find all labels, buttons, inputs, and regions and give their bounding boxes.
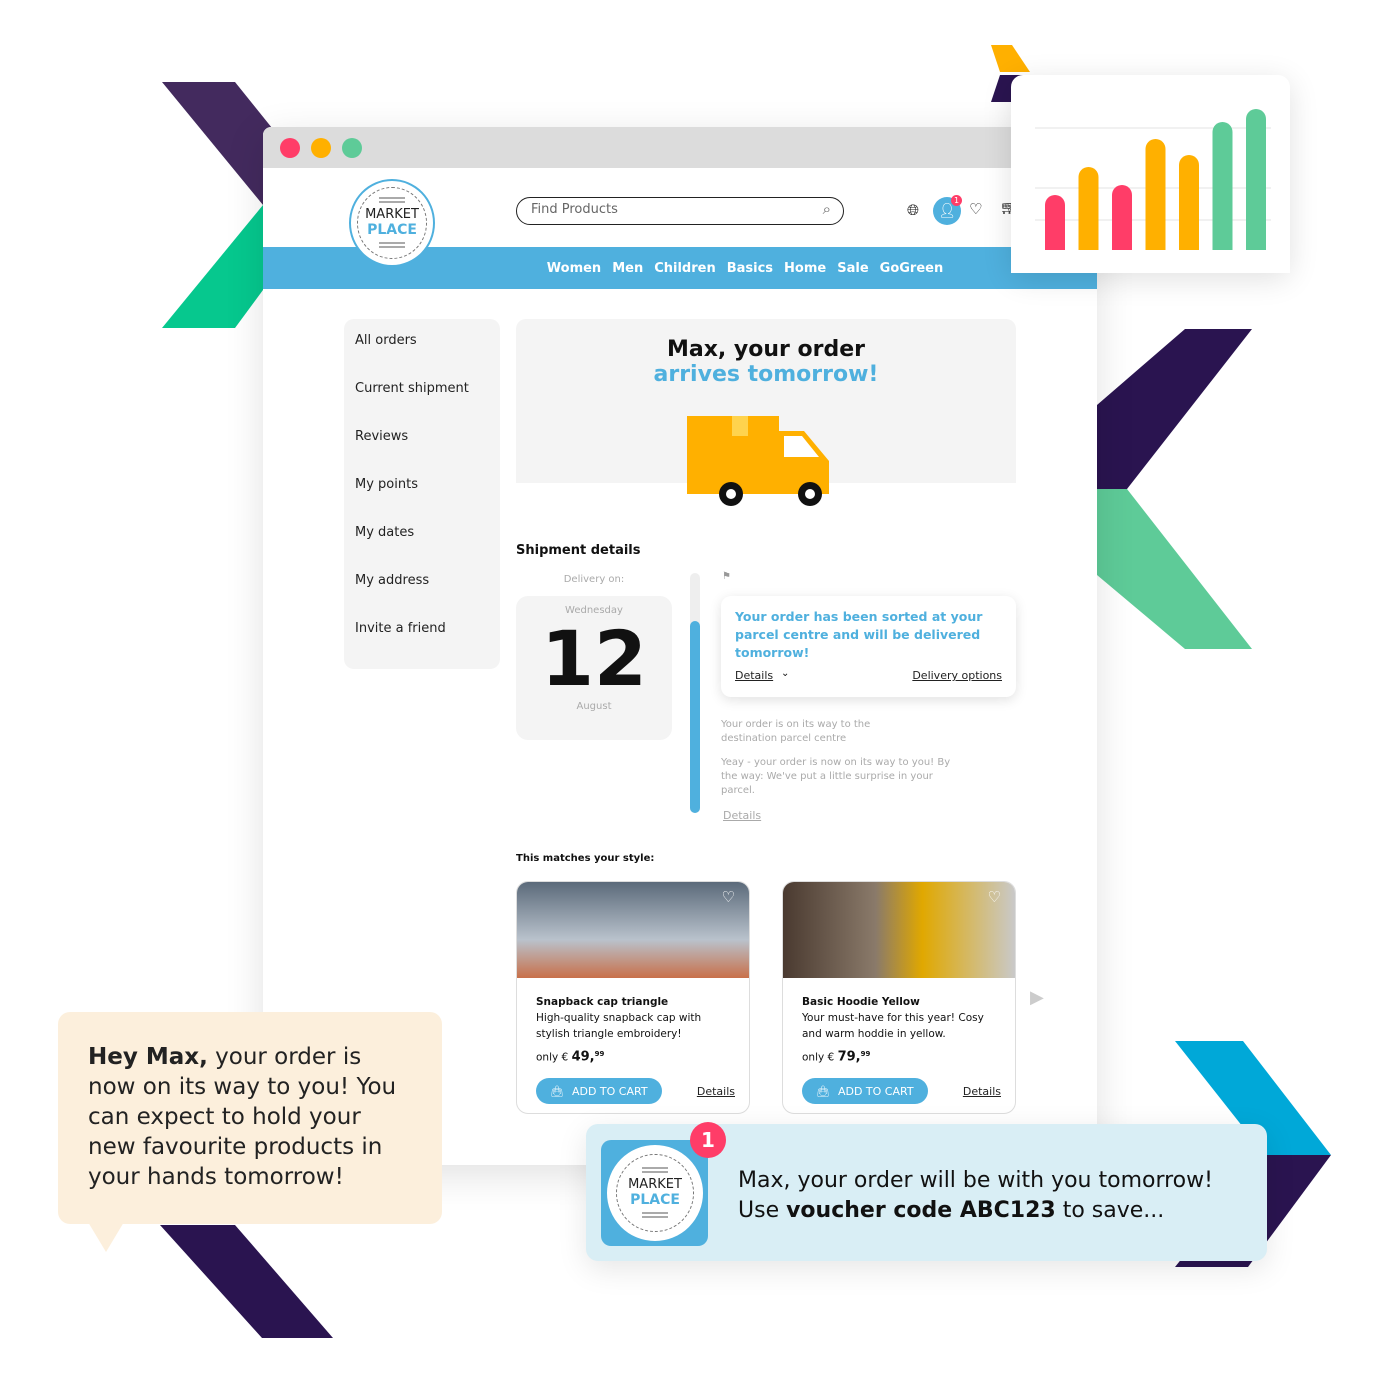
price-prefix: only €	[802, 1051, 835, 1064]
add-to-cart-button[interactable]: 👜︎ ADD TO CART	[536, 1078, 662, 1104]
chart-bar	[1112, 185, 1132, 260]
add-to-cart-label: ADD TO CART	[571, 1084, 648, 1098]
bubble-tail	[88, 1222, 124, 1252]
delivery-label: Delivery on:	[563, 574, 625, 585]
logo-text: MARKET	[628, 1177, 682, 1193]
shipment-progress-track	[690, 573, 700, 813]
logo-text: MARKET	[365, 207, 419, 223]
hero-subtitle: arrives tomorrow!	[653, 362, 879, 387]
current-status-text: Your order has been sorted at your parce…	[735, 609, 983, 660]
maximize-dot[interactable]	[342, 138, 362, 158]
nav-sale[interactable]: Sale	[837, 261, 868, 276]
nav-gogreen[interactable]: GoGreen	[880, 261, 944, 276]
push-message-line2: Use voucher code ABC123 to save...	[738, 1196, 1213, 1226]
voucher-code: voucher code ABC123	[786, 1198, 1056, 1223]
sidebar-item-reviews[interactable]: Reviews	[355, 429, 489, 477]
heart-icon[interactable]: ♡	[988, 888, 1001, 906]
push-notification[interactable]: MARKET PLACE 1 Max, your order will be wi…	[586, 1122, 1267, 1261]
sidebar-item-all-orders[interactable]: All orders	[355, 333, 489, 381]
nav-basics[interactable]: Basics	[727, 261, 773, 276]
title-bar	[263, 127, 1097, 168]
order-hero-banner: Max, your order arrives tomorrow!	[516, 319, 1016, 506]
carousel-next-icon[interactable]: ▶	[1030, 987, 1044, 1008]
delivery-date-card: Wednesday 12 August	[516, 596, 672, 740]
finish-flag-icon: ⚑	[722, 571, 731, 582]
heart-icon[interactable]: ♡	[969, 200, 982, 218]
hero-title: Max, your order	[666, 337, 866, 362]
nav-women[interactable]: Women	[547, 261, 601, 276]
product-details-link[interactable]: Details	[697, 1085, 735, 1098]
add-to-cart-label: ADD TO CART	[837, 1084, 914, 1098]
product-card[interactable]: ♡ Basic Hoodie Yellow Your must-have for…	[782, 881, 1016, 1114]
logo-text-accent: PLACE	[367, 222, 417, 239]
shipment-title: Shipment details	[516, 543, 641, 558]
shipment-progress-fill	[690, 621, 700, 813]
speech-bubble: Hey Max, your order is now on its way to…	[58, 1012, 442, 1224]
price-main: 49,	[571, 1049, 595, 1065]
logo: MARKET PLACE	[607, 1145, 703, 1241]
price-prefix: only €	[536, 1051, 569, 1064]
status-details-link[interactable]: Details	[735, 669, 773, 682]
current-status-card: Your order has been sorted at your parce…	[721, 596, 1016, 697]
status-step-3: Yeay - your order is now on its way to y…	[721, 757, 951, 796]
globe-icon[interactable]: 🌐︎	[907, 201, 919, 219]
notification-badge: 1	[951, 195, 962, 206]
chart-bar	[1246, 109, 1266, 260]
shopping-bag-icon: 👜︎	[816, 1084, 830, 1098]
add-to-cart-button[interactable]: 👜︎ ADD TO CART	[802, 1078, 928, 1104]
product-image-cap	[517, 882, 749, 978]
search-placeholder: Find Products	[531, 202, 618, 217]
push-message-line1: Max, your order will be with you tomorro…	[738, 1168, 1213, 1193]
product-details-link[interactable]: Details	[963, 1085, 1001, 1098]
app-icon: MARKET PLACE	[601, 1140, 708, 1246]
price-cents: 99	[860, 1050, 871, 1058]
search-icon[interactable]: ⌕	[823, 200, 831, 218]
notification-badge: 1	[690, 1122, 726, 1158]
product-price: only € 79,99	[802, 1046, 996, 1066]
minimize-dot[interactable]	[311, 138, 331, 158]
sidebar-item-invite-friend[interactable]: Invite a friend	[355, 621, 489, 669]
logo[interactable]: MARKET PLACE	[349, 179, 435, 267]
mini-chart-card	[1011, 75, 1290, 273]
status-step-3-details-link[interactable]: Details	[723, 809, 761, 822]
delivery-options-link[interactable]: Delivery options	[912, 669, 1002, 682]
product-description: High-quality snapback cap with stylish t…	[536, 1012, 702, 1040]
browser-window: Women Men Children Basics Home Sale GoGr…	[263, 127, 1097, 1165]
status-step-2: Your order is on its way to the destinat…	[721, 719, 871, 744]
chart-bar	[1212, 122, 1233, 260]
mini-bar-chart	[1011, 109, 1290, 273]
product-description: Your must-have for this year! Cosy and w…	[802, 1012, 984, 1040]
product-image-hoodie	[783, 882, 1015, 978]
nav-men[interactable]: Men	[612, 261, 643, 276]
price-cents: 99	[594, 1050, 605, 1058]
account-sidebar: All orders Current shipment Reviews My p…	[344, 319, 500, 669]
logo-text-accent: PLACE	[630, 1192, 680, 1209]
voucher-pre: Use	[738, 1198, 787, 1223]
sidebar-item-current-shipment[interactable]: Current shipment	[355, 381, 489, 429]
sidebar-item-my-points[interactable]: My points	[355, 477, 489, 525]
delivery-day: 12	[541, 614, 647, 703]
chart-bar	[1078, 167, 1099, 260]
close-dot[interactable]	[280, 138, 300, 158]
recommendations-title: This matches your style:	[516, 853, 655, 864]
chart-bar	[1179, 155, 1199, 260]
delivery-month: August	[576, 701, 612, 712]
price-main: 79,	[837, 1049, 861, 1065]
product-name: Basic Hoodie Yellow	[802, 996, 920, 1008]
heart-icon[interactable]: ♡	[722, 888, 735, 906]
product-price: only € 49,99	[536, 1046, 730, 1066]
sidebar-item-my-address[interactable]: My address	[355, 573, 489, 621]
search-input[interactable]: Find Products ⌕	[516, 197, 844, 225]
nav-children[interactable]: Children	[654, 261, 716, 276]
chevron-down-icon[interactable]: ⌄	[781, 668, 789, 679]
chart-bar	[1145, 139, 1166, 260]
product-card[interactable]: ♡ Snapback cap triangle High-quality sna…	[516, 881, 750, 1114]
bubble-greeting: Hey Max,	[88, 1044, 208, 1070]
sidebar-item-my-dates[interactable]: My dates	[355, 525, 489, 573]
shopping-bag-icon: 👜︎	[550, 1084, 564, 1098]
product-name: Snapback cap triangle	[536, 996, 669, 1008]
delivery-truck-illustration	[687, 416, 829, 506]
voucher-post: to save...	[1055, 1198, 1165, 1223]
nav-home[interactable]: Home	[784, 261, 826, 276]
